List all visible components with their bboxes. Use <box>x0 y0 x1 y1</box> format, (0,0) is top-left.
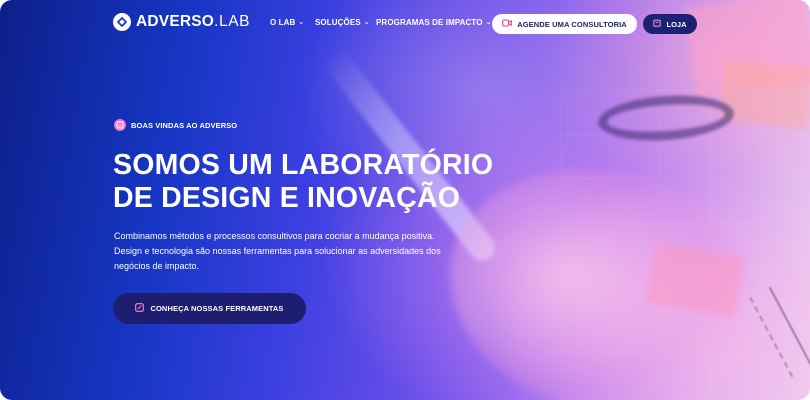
brand-name-text: ADVERSO <box>136 13 215 30</box>
hero-headline-line: DE DESIGN E INOVAÇÃO <box>113 182 461 214</box>
logo-diamond-icon <box>113 13 131 31</box>
background-handwriting <box>749 286 810 378</box>
welcome-badge-label: BOAS VINDAS AO ADVERSO <box>131 120 238 130</box>
nav-item-label: O LAB <box>270 18 296 27</box>
nav-item-programas-de-impacto[interactable]: PROGRAMAS DE IMPACTO ⌄ <box>376 18 492 27</box>
nav-item-label: SOLUÇÕES <box>315 18 361 27</box>
background-sticky-note <box>719 59 810 129</box>
schedule-consultation-button[interactable]: AGENDE UMA CONSULTORIA <box>492 14 637 34</box>
nav-item-solucoes[interactable]: SOLUÇÕES ⌄ <box>315 18 370 27</box>
hero-headline-line: SOMOS UM LABORATÓRIO <box>113 149 494 181</box>
schedule-consultation-label: AGENDE UMA CONSULTORIA <box>517 19 627 29</box>
hero-headline: SOMOS UM LABORATÓRIO DE DESIGN E INOVAÇÃ… <box>113 149 533 215</box>
explore-tools-button[interactable]: CONHEÇA NOSSAS FERRAMENTAS <box>113 293 306 324</box>
background-sticky-note <box>645 242 745 318</box>
edit-icon <box>135 303 145 314</box>
brand-suffix: .LAB <box>214 13 251 30</box>
shopping-bag-icon <box>653 19 662 29</box>
chevron-down-icon: ⌄ <box>298 18 305 26</box>
smile-icon <box>114 119 126 131</box>
chevron-down-icon: ⌄ <box>485 18 492 26</box>
nav-item-o-lab[interactable]: O LAB ⌄ <box>270 18 304 27</box>
hero-section: ADVERSO.LAB O LAB ⌄ SOLUÇÕES ⌄ PROGRAMAS… <box>0 0 810 400</box>
brand-logo[interactable]: ADVERSO.LAB <box>113 13 250 31</box>
background-drawn-circle <box>596 91 736 145</box>
hero-description: Combinamos métodos e processos consultiv… <box>114 231 441 271</box>
store-button[interactable]: LOJA <box>643 14 697 34</box>
chevron-down-icon: ⌄ <box>363 18 370 26</box>
background-photo-grid <box>560 90 810 400</box>
top-navigation: ADVERSO.LAB O LAB ⌄ SOLUÇÕES ⌄ PROGRAMAS… <box>0 0 810 46</box>
explore-tools-label: CONHEÇA NOSSAS FERRAMENTAS <box>150 304 284 313</box>
welcome-badge: BOAS VINDAS AO ADVERSO <box>114 119 237 131</box>
store-label: LOJA <box>666 19 687 29</box>
brand-name: ADVERSO.LAB <box>136 13 250 31</box>
nav-item-label: PROGRAMAS DE IMPACTO <box>376 18 483 27</box>
video-icon <box>502 19 513 29</box>
